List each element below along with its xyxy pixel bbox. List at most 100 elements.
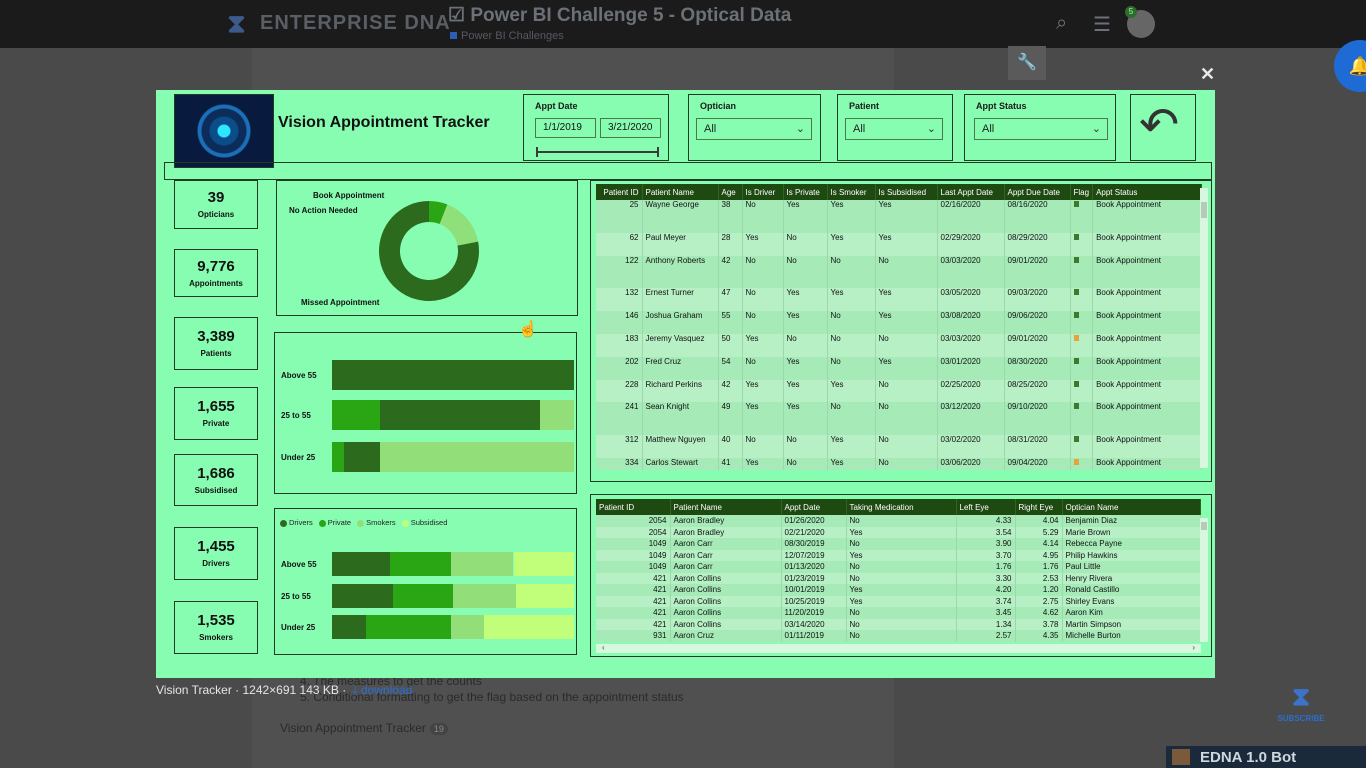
stacked-bar-segment[interactable]: [332, 615, 366, 639]
table-row[interactable]: 146 Joshua Graham 55 No Yes No Yes 03/08/2020 09…: [596, 311, 1202, 334]
enterprise-dna-logo[interactable]: ⧗ ENTERPRISE DNA: [220, 6, 451, 40]
column-header[interactable]: Patient Name: [670, 499, 782, 515]
legend-item[interactable]: Private: [318, 518, 351, 527]
column-header[interactable]: Appt Due Date: [1004, 184, 1071, 200]
legend-item[interactable]: Drivers: [280, 518, 313, 527]
column-header[interactable]: Appt Date: [781, 499, 847, 515]
table-row[interactable]: 2054 Aaron Bradley 01/26/2020 No 4.33 4.04 Ben…: [596, 515, 1201, 527]
date-to-input[interactable]: 3/21/2020: [600, 118, 661, 138]
scrollbar-thumb[interactable]: [1201, 522, 1207, 530]
stacked-bar-segment[interactable]: [484, 615, 574, 639]
table-row[interactable]: 421 Aaron Collins 01/23/2019 No 3.30 2.53 Henr…: [596, 572, 1201, 584]
column-header[interactable]: Optician Name: [1062, 499, 1201, 515]
vertical-scrollbar[interactable]: [1200, 518, 1208, 642]
optician-dropdown[interactable]: All ⌄: [696, 118, 812, 140]
table-cell: No: [742, 311, 784, 334]
column-header[interactable]: Taking Medication: [846, 499, 957, 515]
legend-item[interactable]: Smokers: [357, 518, 396, 527]
column-header[interactable]: Is Subsidised: [875, 184, 938, 200]
table-row[interactable]: 241 Sean Knight 49 Yes Yes No No 03/12/2020 09/1…: [596, 402, 1202, 435]
table-row[interactable]: 228 Richard Perkins 42 Yes Yes Yes No 02/25/202…: [596, 380, 1202, 402]
column-header[interactable]: Flag: [1070, 184, 1094, 200]
hamburger-menu-icon[interactable]: ☰: [1093, 12, 1111, 37]
subscribe-button[interactable]: ⧗ SUBSCRIBE: [1270, 678, 1332, 723]
table-row[interactable]: 334 Carlos Stewart 41 Yes No Yes No 03/06/2020 0…: [596, 458, 1202, 470]
column-header[interactable]: Is Private: [783, 184, 828, 200]
appt-status-dropdown[interactable]: All ⌄: [974, 118, 1108, 140]
table-row[interactable]: 312 Matthew Nguyen 40 No No Yes No 03/02/2020 08…: [596, 435, 1202, 458]
table-row[interactable]: 202 Fred Cruz 54 No Yes No Yes 03/01/2020 08/30/…: [596, 357, 1202, 380]
donut-slice[interactable]: [439, 204, 479, 246]
table-row[interactable]: 931 Aaron Cruz 01/11/2019 No 2.57 4.35 Michell…: [596, 630, 1201, 642]
column-header[interactable]: Is Driver: [742, 184, 784, 200]
edna-bot-bar[interactable]: EDNA 1.0 Bot: [1166, 746, 1366, 768]
patient-dropdown[interactable]: All ⌄: [845, 118, 943, 140]
bar-segment[interactable]: [344, 442, 381, 472]
stacked-bar-segment[interactable]: [332, 584, 393, 608]
table-row[interactable]: 1049 Aaron Carr 08/30/2019 No 3.90 4.14 Rebecc…: [596, 538, 1201, 550]
table-row[interactable]: 1049 Aaron Carr 01/13/2020 No 1.76 1.76 Paul L…: [596, 561, 1201, 573]
stacked-bar-segment[interactable]: [450, 552, 514, 576]
bar-segment[interactable]: [332, 360, 574, 390]
column-header[interactable]: Left Eye: [956, 499, 1016, 515]
bar-segment[interactable]: [380, 400, 541, 430]
horizontal-scrollbar[interactable]: ‹ ›: [596, 643, 1201, 653]
table-cell: No: [846, 561, 957, 573]
legend-item[interactable]: Subsidised: [401, 518, 447, 527]
column-header[interactable]: Age: [718, 184, 743, 200]
vertical-scrollbar[interactable]: [1200, 188, 1208, 468]
scroll-left-icon[interactable]: ‹: [602, 643, 605, 652]
table-row[interactable]: 421 Aaron Collins 03/14/2020 No 1.34 3.78 Mart…: [596, 618, 1201, 630]
column-header[interactable]: Patient Name: [642, 184, 719, 200]
bar-segment[interactable]: [540, 400, 574, 430]
table-cell: 1.20: [1015, 584, 1063, 596]
date-from-input[interactable]: 1/1/2019: [535, 118, 596, 138]
stacked-bar-segment[interactable]: [365, 615, 451, 639]
column-header[interactable]: Patient ID: [596, 499, 671, 515]
column-header[interactable]: Patient ID: [596, 184, 643, 200]
column-header[interactable]: Is Smoker: [827, 184, 876, 200]
table-row[interactable]: 421 Aaron Collins 10/25/2019 Yes 3.74 2.75 Shi…: [596, 595, 1201, 607]
bot-avatar-icon: [1172, 749, 1190, 765]
stacked-bar-segment[interactable]: [392, 584, 453, 608]
column-header[interactable]: Appt Status: [1092, 184, 1202, 200]
search-icon[interactable]: ⌕: [1056, 12, 1067, 35]
breadcrumb[interactable]: Power BI Challenges: [450, 30, 564, 42]
date-slider-track[interactable]: [537, 151, 659, 153]
table-row[interactable]: 2054 Aaron Bradley 02/21/2020 Yes 3.54 5.29 Ma…: [596, 526, 1201, 538]
column-header[interactable]: Right Eye: [1015, 499, 1063, 515]
table-cell: Benjamin Diaz: [1062, 515, 1201, 527]
table-row[interactable]: 183 Jeremy Vasquez 50 Yes No No No 03/03/2020 09…: [596, 334, 1202, 357]
table-row[interactable]: 421 Aaron Collins 11/20/2019 No 3.45 4.62 Aaro…: [596, 607, 1201, 619]
table-cell: 12/07/2019: [781, 549, 847, 561]
table-cell: 03/01/2020: [937, 357, 1005, 380]
bar-segment[interactable]: [332, 442, 345, 472]
table-row[interactable]: 421 Aaron Collins 10/01/2019 Yes 4.20 1.20 Ron…: [596, 584, 1201, 596]
wrench-icon[interactable]: 🔧: [1008, 46, 1046, 80]
table-row[interactable]: 62 Paul Meyer 28 Yes No Yes Yes 02/29/2020 08/29…: [596, 233, 1202, 256]
download-link[interactable]: ⤓ download: [352, 683, 412, 697]
post-link[interactable]: Vision Appointment Tracker 19: [280, 721, 448, 735]
stacked-bar-segment[interactable]: [513, 552, 574, 576]
stacked-bar-segment[interactable]: [390, 552, 451, 576]
stacked-bar-segment[interactable]: [515, 584, 574, 608]
scrollbar-thumb[interactable]: [1201, 202, 1207, 218]
scroll-right-icon[interactable]: ›: [1192, 643, 1195, 652]
table-row[interactable]: 1049 Aaron Carr 12/07/2019 Yes 3.70 4.95 Phili…: [596, 549, 1201, 561]
date-slider-handle-end[interactable]: [657, 147, 659, 157]
flag-cell: [1070, 458, 1094, 470]
table-row[interactable]: 122 Anthony Roberts 42 No No No No 03/03/2020 09…: [596, 256, 1202, 288]
bar-segment[interactable]: [380, 442, 574, 472]
bar-segment[interactable]: [332, 400, 381, 430]
date-slider-handle-start[interactable]: [536, 147, 538, 157]
stacked-bar-segment[interactable]: [453, 584, 516, 608]
stacked-bar-segment[interactable]: [332, 552, 391, 576]
topic-title[interactable]: ☑ Power BI Challenge 5 - Optical Data: [448, 4, 791, 27]
stacked-bar-segment[interactable]: [450, 615, 485, 639]
column-header[interactable]: Last Appt Date: [937, 184, 1005, 200]
table-cell: 421: [596, 584, 671, 596]
lightbox-close-icon[interactable]: ✕: [1200, 64, 1215, 85]
table-cell: Aaron Bradley: [670, 515, 782, 527]
table-row[interactable]: 132 Ernest Turner 47 No Yes Yes Yes 03/05/2020 0…: [596, 288, 1202, 311]
table-row[interactable]: 25 Wayne George 38 No Yes Yes Yes 02/16/2020 08/…: [596, 200, 1202, 233]
